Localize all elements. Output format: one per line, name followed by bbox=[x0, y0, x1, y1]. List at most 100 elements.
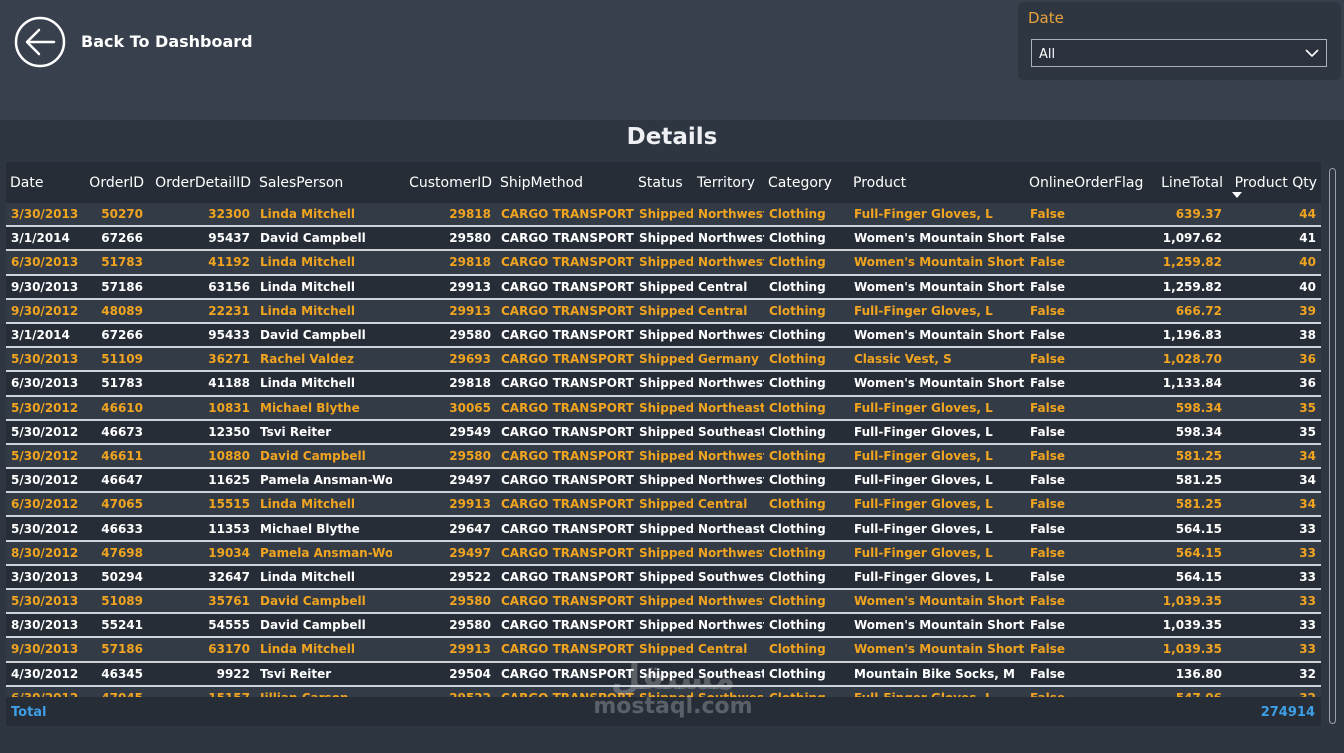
table-row[interactable]: 6/30/2012 47065 15515 Linda Mitchell 29913 CA… bbox=[6, 492, 1321, 518]
cell-salesperson: Rachel Valdez bbox=[255, 347, 392, 373]
cell-shipmethod: CARGO TRANSPORT 5 bbox=[496, 468, 634, 494]
cell-linetotal: 1,259.82 bbox=[1151, 250, 1227, 276]
table-row[interactable]: 6/30/2013 51783 41192 Linda Mitchell 29818 CA… bbox=[6, 250, 1321, 276]
details-table-container: Date OrderID OrderDetailID SalesPerson C… bbox=[6, 162, 1321, 726]
cell-status: Shipped bbox=[634, 661, 693, 687]
table-row[interactable]: 5/30/2013 51089 35761 David Campbell 29580 CA… bbox=[6, 589, 1321, 615]
table-row[interactable]: 5/30/2012 46610 10831 Michael Blythe 30065 CA… bbox=[6, 395, 1321, 421]
cell-date: 3/1/2014 bbox=[6, 322, 79, 349]
cell-category: Clothing bbox=[764, 274, 849, 300]
column-header-customerid[interactable]: CustomerID bbox=[392, 162, 496, 203]
back-arrow-icon[interactable] bbox=[14, 16, 66, 68]
cell-orderid: 48089 bbox=[79, 298, 148, 324]
table-row[interactable]: 5/30/2012 46673 12350 Tsvi Reiter 29549 CARGO… bbox=[6, 419, 1321, 445]
table-row[interactable]: 8/30/20124769819034Pamela Ansman-Wolfe29… bbox=[6, 540, 1321, 566]
date-dropdown[interactable]: All bbox=[1031, 39, 1327, 67]
cell-shipmethod: CARGO TRANSPORT 5 bbox=[496, 661, 634, 687]
table-row[interactable]: 3/30/2013 50270 32300 Linda Mitchell 29818 CA… bbox=[6, 203, 1321, 228]
column-header-salesperson[interactable]: SalesPerson bbox=[255, 162, 392, 203]
column-header-status[interactable]: Status bbox=[634, 162, 693, 203]
cell-product: Full-Finger Gloves, L bbox=[849, 564, 1025, 591]
cell-shipmethod: CARGO TRANSPORT 5 bbox=[496, 613, 634, 639]
column-header-onlineorderflag[interactable]: OnlineOrderFlag bbox=[1025, 162, 1151, 203]
cell-customerid: 30065 bbox=[392, 395, 496, 421]
cell-date: 5/30/2012 bbox=[6, 516, 79, 542]
column-header-category[interactable]: Category bbox=[764, 162, 849, 203]
column-header-orderid[interactable]: OrderID bbox=[79, 162, 148, 203]
cell-status: Shipped bbox=[634, 395, 693, 421]
cell-orderid: 46611 bbox=[79, 443, 148, 470]
cell-onlineorderflag: False bbox=[1025, 371, 1151, 397]
table-row[interactable]: 5/30/2012 46611 10880 David Campbell 29580 CA… bbox=[6, 443, 1321, 470]
cell-orderdetailid: 35761 bbox=[148, 589, 255, 615]
cell-orderdetailid: 10880 bbox=[148, 443, 255, 470]
cell-shipmethod: CARGO TRANSPORT 5 bbox=[496, 274, 634, 300]
cell-customerid: 29580 bbox=[392, 589, 496, 615]
column-header-territory[interactable]: Territory bbox=[693, 162, 764, 203]
cell-orderdetailid: 41192 bbox=[148, 250, 255, 276]
cell-onlineorderflag: False bbox=[1025, 226, 1151, 252]
cell-product-qty: 36 bbox=[1227, 371, 1321, 397]
column-header-product-qty[interactable]: Product Qty bbox=[1227, 162, 1321, 203]
scrollbar-thumb[interactable] bbox=[1329, 168, 1336, 724]
cell-customerid: 29549 bbox=[392, 419, 496, 445]
cell-date: 5/30/2012 bbox=[6, 419, 79, 445]
cell-status: Shipped bbox=[634, 443, 693, 470]
table-row[interactable]: 5/30/2013 51109 36271 Rachel Valdez 29693 CAR… bbox=[6, 347, 1321, 373]
cell-customerid: 29580 bbox=[392, 443, 496, 470]
column-header-product[interactable]: Product bbox=[849, 162, 1025, 203]
cell-linetotal: 639.37 bbox=[1151, 203, 1227, 228]
cell-territory: Northwest bbox=[693, 203, 764, 228]
cell-category: Clothing bbox=[764, 589, 849, 615]
slicer-title: Date bbox=[1028, 9, 1064, 27]
cell-salesperson: Linda Mitchell bbox=[255, 371, 392, 397]
cell-status: Shipped bbox=[634, 613, 693, 639]
cell-customerid: 29913 bbox=[392, 298, 496, 324]
cell-product-qty: 33 bbox=[1227, 540, 1321, 566]
cell-product: Full-Finger Gloves, L bbox=[849, 468, 1025, 494]
column-header-linetotal[interactable]: LineTotal bbox=[1151, 162, 1227, 203]
table-row[interactable]: 9/30/2012 48089 22231 Linda Mitchell 29913 CA… bbox=[6, 298, 1321, 324]
table-scrollbar[interactable] bbox=[1327, 166, 1339, 726]
cell-salesperson: Michael Blythe bbox=[255, 516, 392, 542]
cell-orderid: 57186 bbox=[79, 637, 148, 663]
cell-territory: Central bbox=[693, 492, 764, 518]
cell-product: Mountain Bike Socks, M bbox=[849, 661, 1025, 687]
back-to-dashboard-link[interactable]: Back To Dashboard bbox=[81, 32, 253, 51]
cell-linetotal: 666.72 bbox=[1151, 298, 1227, 324]
cell-status: Shipped bbox=[634, 637, 693, 663]
table-row[interactable]: 8/30/2013 55241 54555 David Campbell 29580 CA… bbox=[6, 613, 1321, 639]
cell-orderdetailid: 19034 bbox=[148, 540, 255, 566]
cell-salesperson: David Campbell bbox=[255, 613, 392, 639]
cell-shipmethod: CARGO TRANSPORT 5 bbox=[496, 564, 634, 591]
cell-category: Clothing bbox=[764, 661, 849, 687]
column-header-shipmethod[interactable]: ShipMethod bbox=[496, 162, 634, 203]
cell-customerid: 29818 bbox=[392, 203, 496, 228]
cell-customerid: 29580 bbox=[392, 322, 496, 349]
table-row[interactable]: 3/30/2013 50294 32647 Linda Mitchell 29522 CA… bbox=[6, 564, 1321, 591]
cell-customerid: 29818 bbox=[392, 371, 496, 397]
table-row[interactable]: 3/1/2014 67266 95433 David Campbell 29580 CAR… bbox=[6, 322, 1321, 349]
table-row[interactable]: 3/1/2014 67266 95437 David Campbell 29580 CAR… bbox=[6, 226, 1321, 252]
cell-shipmethod: CARGO TRANSPORT 5 bbox=[496, 395, 634, 421]
table-row[interactable]: 4/30/2012 46345 9922 Tsvi Reiter 29504 CARGO … bbox=[6, 661, 1321, 687]
table-row[interactable]: 6/30/2013 51783 41188 Linda Mitchell 29818 CA… bbox=[6, 371, 1321, 397]
cell-territory: Northwest bbox=[693, 468, 764, 494]
cell-status: Shipped bbox=[634, 468, 693, 494]
cell-product-qty: 33 bbox=[1227, 613, 1321, 639]
cell-onlineorderflag: False bbox=[1025, 564, 1151, 591]
cell-salesperson: Linda Mitchell bbox=[255, 492, 392, 518]
cell-orderdetailid: 36271 bbox=[148, 347, 255, 373]
column-header-date[interactable]: Date bbox=[6, 162, 79, 203]
cell-customerid: 29497 bbox=[392, 468, 496, 494]
table-row[interactable]: 5/30/2012 46633 11353 Michael Blythe 29647 CA… bbox=[6, 516, 1321, 542]
table-row[interactable]: 9/30/2013 57186 63170 Linda Mitchell 29913 CA… bbox=[6, 637, 1321, 663]
table-row[interactable]: 5/30/20124664711625Pamela Ansman-Wolfe29… bbox=[6, 468, 1321, 494]
column-header-orderdetailid[interactable]: OrderDetailID bbox=[148, 162, 255, 203]
table-row[interactable]: 9/30/2013 57186 63156 Linda Mitchell 29913 CA… bbox=[6, 274, 1321, 300]
cell-orderdetailid: 15515 bbox=[148, 492, 255, 518]
cell-orderid: 67266 bbox=[79, 322, 148, 349]
cell-onlineorderflag: False bbox=[1025, 661, 1151, 687]
cell-linetotal: 564.15 bbox=[1151, 540, 1227, 566]
cell-orderid: 47698 bbox=[79, 540, 148, 566]
